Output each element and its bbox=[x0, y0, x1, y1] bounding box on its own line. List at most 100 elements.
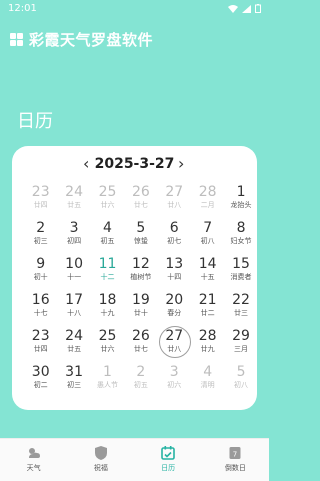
lunar-label: 廿八 bbox=[167, 345, 182, 353]
day-cell[interactable]: 3 初六 bbox=[158, 363, 191, 399]
day-cell[interactable]: 13 十四 bbox=[158, 255, 191, 291]
day-cell[interactable]: 29 三月 bbox=[224, 327, 257, 363]
day-number: 7 bbox=[203, 220, 213, 236]
lunar-label: 十七 bbox=[33, 309, 48, 317]
day-number: 8 bbox=[236, 220, 246, 236]
calendar-week-row: 9 初十 10 十一 11 十二 12 植树节 13 十四 14 十五 15 消费者 bbox=[24, 255, 258, 291]
lunar-label: 廿九 bbox=[200, 345, 215, 353]
day-cell[interactable]: 30 初二 bbox=[24, 363, 57, 399]
day-number: 23 bbox=[31, 328, 50, 344]
day-number: 21 bbox=[198, 292, 217, 308]
day-cell[interactable]: 21 廿二 bbox=[191, 291, 224, 327]
current-date-label: 2025-3-27 bbox=[94, 156, 175, 172]
day-cell[interactable]: 12 植树节 bbox=[124, 255, 157, 291]
selected-day-cell[interactable]: 27 廿八 bbox=[158, 326, 191, 363]
svg-text:7: 7 bbox=[233, 451, 237, 459]
day-cell[interactable]: 17 十八 bbox=[57, 291, 90, 327]
day-cell[interactable]: 3 初四 bbox=[57, 219, 90, 255]
day-number: 16 bbox=[31, 292, 50, 308]
day-cell[interactable]: 4 初五 bbox=[91, 219, 124, 255]
day-cell[interactable]: 15 消费者 bbox=[224, 255, 257, 291]
day-number: 19 bbox=[131, 292, 150, 308]
calendar-week-row: 23 廿四 24 廿五 25 廿六 26 廿七 27 廿八 28 廿九 29 三月 bbox=[24, 326, 258, 363]
day-cell[interactable]: 22 廿三 bbox=[224, 291, 257, 327]
day-cell[interactable]: 18 十九 bbox=[91, 291, 124, 327]
day-cell[interactable]: 26 廿七 bbox=[124, 327, 157, 363]
day-number: 20 bbox=[165, 292, 184, 308]
day-cell[interactable]: 16 十七 bbox=[24, 291, 57, 327]
day-number: 27 bbox=[165, 184, 184, 200]
lunar-label: 廿六 bbox=[100, 201, 115, 209]
weather-icon bbox=[26, 445, 42, 461]
day-cell[interactable]: 7 初八 bbox=[191, 219, 224, 255]
day-number: 14 bbox=[198, 256, 217, 272]
lunar-label: 清明 bbox=[200, 381, 215, 389]
nav-item-calendar[interactable]: 日历 bbox=[135, 439, 202, 481]
day-cell[interactable]: 25 廿六 bbox=[91, 183, 124, 219]
day-cell[interactable]: 24 廿五 bbox=[57, 183, 90, 219]
day-number: 1 bbox=[236, 184, 246, 200]
lunar-label: 初八 bbox=[200, 237, 215, 245]
battery-icon bbox=[255, 4, 261, 13]
lunar-label: 廿七 bbox=[133, 345, 148, 353]
day-number: 18 bbox=[98, 292, 117, 308]
day-cell[interactable]: 14 十五 bbox=[191, 255, 224, 291]
day-number: 6 bbox=[169, 220, 179, 236]
lunar-label: 十一 bbox=[67, 273, 82, 281]
lunar-label: 廿八 bbox=[167, 201, 182, 209]
day-cell[interactable]: 2 初五 bbox=[124, 363, 157, 399]
lunar-label: 十九 bbox=[100, 309, 115, 317]
lunar-label: 初二 bbox=[33, 381, 48, 389]
day-cell[interactable]: 23 廿四 bbox=[24, 327, 57, 363]
day-cell[interactable]: 31 初三 bbox=[57, 363, 90, 399]
next-month-button[interactable]: › bbox=[178, 156, 184, 172]
day-cell[interactable]: 26 廿七 bbox=[124, 183, 157, 219]
day-number: 5 bbox=[136, 220, 146, 236]
day-number: 12 bbox=[131, 256, 150, 272]
day-cell[interactable]: 2 初三 bbox=[24, 219, 57, 255]
lunar-label: 三月 bbox=[234, 345, 249, 353]
grid-menu-icon[interactable] bbox=[10, 32, 23, 46]
day-cell[interactable]: 28 廿九 bbox=[191, 327, 224, 363]
day-number: 25 bbox=[98, 328, 117, 344]
lunar-label: 初四 bbox=[67, 237, 82, 245]
day-cell[interactable]: 27 廿八 bbox=[158, 183, 191, 219]
nav-item-countdown[interactable]: 7 倒数日 bbox=[202, 439, 269, 481]
day-cell[interactable]: 4 清明 bbox=[191, 363, 224, 399]
day-cell[interactable]: 23 廿四 bbox=[24, 183, 57, 219]
day-number: 2 bbox=[136, 364, 146, 380]
day-number: 28 bbox=[198, 328, 217, 344]
lunar-label: 十四 bbox=[167, 273, 182, 281]
day-cell[interactable]: 5 初八 bbox=[224, 363, 257, 399]
day-cell[interactable]: 9 初十 bbox=[24, 255, 57, 291]
calendar-icon bbox=[160, 445, 176, 461]
day-number: 24 bbox=[65, 328, 83, 344]
lunar-label: 廿六 bbox=[100, 345, 115, 353]
day-cell[interactable]: 19 廿十 bbox=[124, 291, 157, 327]
nav-item-weather[interactable]: 天气 bbox=[0, 439, 67, 481]
day-cell[interactable]: 20 春分 bbox=[158, 291, 191, 327]
nav-item-shield[interactable]: 祝福 bbox=[67, 439, 134, 481]
lunar-label: 廿五 bbox=[67, 345, 82, 353]
day-cell[interactable]: 10 十一 bbox=[57, 255, 90, 291]
day-number: 15 bbox=[232, 256, 250, 272]
calendar-week-row: 2 初三 3 初四 4 初五 5 惊蛰 6 初七 7 初八 8 妇女节 bbox=[24, 219, 258, 255]
day-cell[interactable]: 5 惊蛰 bbox=[124, 219, 157, 255]
day-number: 25 bbox=[98, 184, 117, 200]
day-cell[interactable]: 6 初七 bbox=[158, 219, 191, 255]
day-number: 10 bbox=[65, 256, 83, 272]
lunar-label: 十五 bbox=[200, 273, 215, 281]
day-cell[interactable]: 1 龙抬头 bbox=[224, 183, 257, 219]
day-cell[interactable]: 25 廿六 bbox=[91, 327, 124, 363]
day-number: 3 bbox=[69, 220, 79, 236]
nav-label: 倒数日 bbox=[224, 464, 246, 472]
lunar-label: 初七 bbox=[167, 237, 182, 245]
day-cell[interactable]: 28 二月 bbox=[191, 183, 224, 219]
lunar-label: 初三 bbox=[33, 237, 48, 245]
day-cell[interactable]: 24 廿五 bbox=[57, 327, 90, 363]
day-cell[interactable]: 1 愚人节 bbox=[91, 363, 124, 399]
lunar-label: 廿十 bbox=[133, 309, 148, 317]
day-cell[interactable]: 8 妇女节 bbox=[224, 219, 257, 255]
lunar-label: 廿四 bbox=[33, 201, 48, 209]
today-day-cell[interactable]: 11 十二 bbox=[91, 255, 124, 291]
